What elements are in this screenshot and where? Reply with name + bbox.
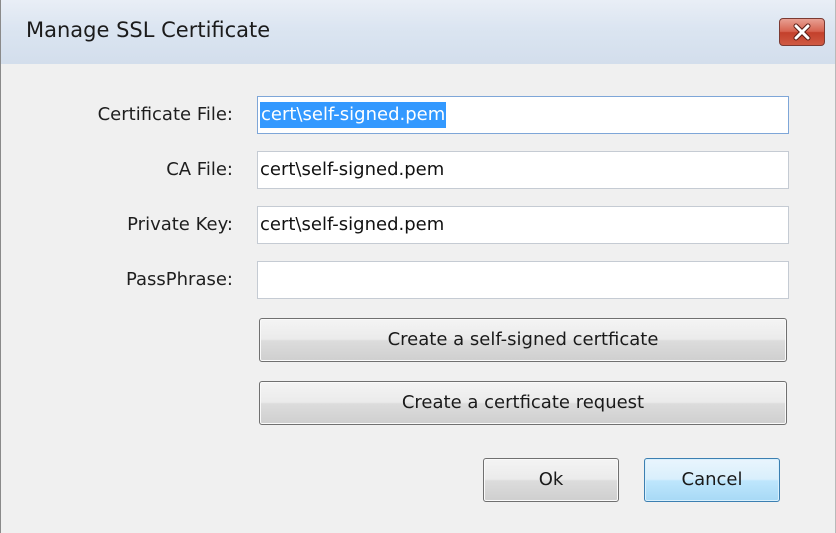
window-title: Manage SSL Certificate	[26, 18, 271, 42]
certificate-file-value: cert\self-signed.pem	[260, 102, 447, 128]
close-icon	[793, 23, 811, 41]
certificate-file-input[interactable]: cert\self-signed.pem	[257, 96, 789, 134]
ca-file-input[interactable]: cert\self-signed.pem	[257, 151, 789, 189]
create-self-signed-button[interactable]: Create a self-signed certficate	[259, 318, 787, 362]
ok-button[interactable]: Ok	[483, 458, 619, 502]
cancel-button[interactable]: Cancel	[644, 458, 780, 502]
close-button[interactable]	[779, 18, 825, 46]
passphrase-input[interactable]	[257, 261, 789, 299]
private-key-label: Private Key:	[127, 214, 233, 235]
ca-file-value: cert\self-signed.pem	[260, 159, 445, 180]
create-request-button[interactable]: Create a certficate request	[259, 381, 787, 425]
ca-file-label: CA File:	[166, 159, 233, 180]
private-key-input[interactable]: cert\self-signed.pem	[257, 206, 789, 244]
dialog-window: Manage SSL Certificate Certificate File:…	[0, 0, 836, 533]
certificate-file-label: Certificate File:	[97, 104, 233, 125]
private-key-value: cert\self-signed.pem	[260, 214, 445, 235]
title-bar[interactable]: Manage SSL Certificate	[1, 0, 835, 64]
passphrase-label: PassPhrase:	[125, 269, 233, 290]
